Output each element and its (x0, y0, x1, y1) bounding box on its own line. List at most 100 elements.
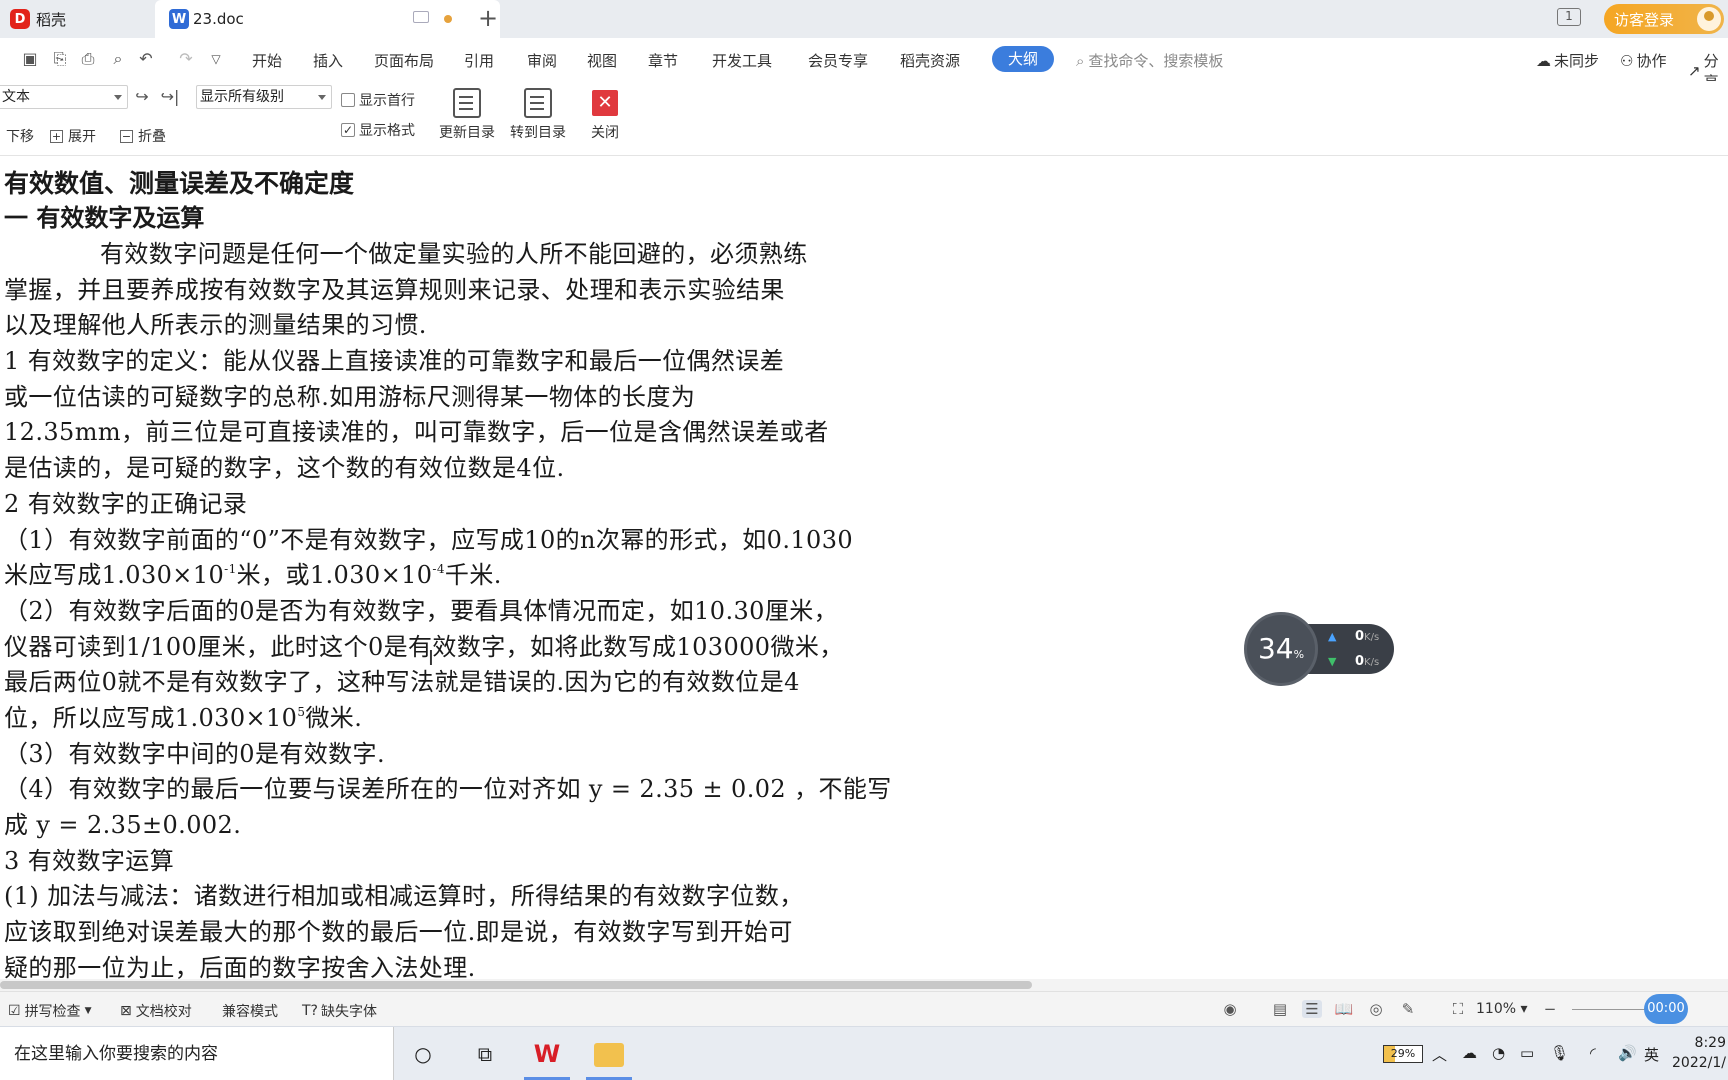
collapse-button[interactable]: − 折叠 (120, 126, 166, 146)
compat-mode-label[interactable]: 兼容模式 (222, 1001, 278, 1021)
checkbox-unchecked-icon (341, 93, 355, 107)
sync-status-button[interactable]: ☁ 未同步 (1536, 50, 1599, 71)
show-first-line-checkbox[interactable]: 显示首行 (341, 90, 415, 110)
undo-icon[interactable]: ↶ (136, 49, 156, 69)
menu-developer[interactable]: 开发工具 (712, 50, 772, 71)
show-format-label: 显示格式 (359, 123, 415, 139)
collaborate-button[interactable]: ⚇ 协作 (1620, 50, 1666, 71)
text-run: 米，或1.030×10 (236, 561, 433, 590)
clock-time: 8:29 (1694, 1035, 1726, 1051)
memory-usage-value: 34 (1257, 632, 1294, 665)
wifi-icon[interactable]: ◜ (1590, 1044, 1596, 1062)
upload-speed: ▲ 0K/s (1328, 629, 1379, 644)
goto-toc-button[interactable]: 转到目录 (505, 86, 571, 152)
menu-references[interactable]: 引用 (464, 50, 494, 71)
outline-view-icon[interactable]: ☰ (1302, 1000, 1322, 1018)
input-method-indicator[interactable]: 英 (1644, 1044, 1659, 1065)
show-hidden-icons-chevron-icon[interactable]: ︿ (1432, 1044, 1447, 1065)
tab-document[interactable]: W 23.doc (155, 0, 500, 38)
doc-title: 有效数值、测量误差及不确定度 (4, 169, 355, 198)
dashboard-icon[interactable]: ◔ (1492, 1044, 1505, 1062)
quick-access-dropdown-icon[interactable]: ▽ (206, 49, 226, 69)
download-speed: ▼ 0K/s (1328, 654, 1379, 669)
monitor-icon[interactable] (413, 11, 429, 23)
battery-indicator[interactable]: 29% (1383, 1045, 1423, 1063)
cortana-circle-icon[interactable]: ○ (408, 1039, 438, 1069)
save-icon[interactable]: ▣ (20, 49, 40, 69)
redo-icon[interactable]: ↷ (176, 49, 196, 69)
move-down-button[interactable]: 下移 (0, 126, 34, 146)
zoom-out-icon[interactable]: − (1540, 1000, 1560, 1018)
promote-to-body-icon[interactable]: ↪| (160, 87, 180, 107)
web-view-icon[interactable]: ◎ (1366, 1000, 1386, 1018)
text-run: 位，所以应写成1.030×10 (4, 703, 298, 732)
download-speed-unit: K/s (1364, 657, 1380, 668)
wps-office-app-icon[interactable]: W (532, 1039, 562, 1069)
text-run: 米应写成1.030×10 (4, 561, 225, 590)
paragraph-line: (1) 加法与减法：诸数进行相加或相减运算时，所得结果的有效数字位数， (4, 882, 804, 911)
horizontal-scrollbar-thumb[interactable] (0, 981, 1032, 989)
show-level-dropdown[interactable]: 显示所有级别 (196, 85, 332, 109)
document-canvas[interactable]: 有效数值、测量误差及不确定度 一 有效数字及运算 有效数字问题是任何一个做定量实… (0, 157, 1728, 979)
reading-view-icon[interactable]: 📖 (1334, 1000, 1354, 1018)
menu-outline-active[interactable]: 大纲 (992, 46, 1054, 72)
memory-usage-gauge[interactable]: 34% (1244, 612, 1318, 686)
microphone-icon[interactable]: 🎙 (1550, 1044, 1569, 1062)
expand-button[interactable]: + 展开 (50, 126, 96, 146)
menu-page-layout[interactable]: 页面布局 (374, 50, 434, 71)
promote-icon[interactable]: ↪ (132, 87, 152, 107)
spell-check-button[interactable]: ☑ 拼写检查 ▼ (8, 1001, 91, 1021)
chevron-down-icon: ▼ (84, 1006, 92, 1016)
superscript: -1 (224, 562, 237, 577)
zoom-level-dropdown[interactable]: 110% ▾ (1476, 1001, 1528, 1017)
tab-home[interactable]: D 稻壳 (0, 0, 154, 38)
show-format-checkbox[interactable]: ✓ 显示格式 (341, 120, 415, 140)
document-body[interactable]: 有效数值、测量误差及不确定度 一 有效数字及运算 有效数字问题是任何一个做定量实… (4, 167, 904, 979)
collapse-label: 折叠 (138, 129, 166, 145)
doc-proof-button[interactable]: ⊠ 文档校对 (120, 1001, 192, 1021)
close-outline-button[interactable]: ✕ 关闭 (572, 86, 638, 152)
menu-docer-resources[interactable]: 稻壳资源 (900, 50, 960, 71)
windows-taskbar: 在这里输入你要搜索的内容 ○ ⧉ W 29% ︿ ☁ ◔ ▭ 🎙 ◜ 🔊 英 8… (0, 1026, 1728, 1080)
collaborate-icon: ⚇ (1620, 51, 1634, 70)
horizontal-scrollbar[interactable] (0, 979, 1728, 991)
missing-font-label: 缺失字体 (320, 1004, 377, 1020)
taskbar-search-box[interactable]: 在这里输入你要搜索的内容 (0, 1027, 394, 1080)
task-view-icon[interactable]: ⧉ (470, 1039, 500, 1069)
update-toc-button[interactable]: 更新目录 (434, 86, 500, 152)
upload-arrow-icon: ▲ (1328, 630, 1337, 643)
doc-proof-icon: ⊠ (120, 1003, 132, 1019)
collaborate-label: 协作 (1636, 52, 1667, 70)
print-preview-icon[interactable]: ⌕ (108, 49, 128, 69)
page-view-icon[interactable]: ▤ (1270, 1000, 1290, 1018)
paragraph-line: 以及理解他人所表示的测量结果的习惯. (4, 311, 427, 340)
volume-icon[interactable]: 🔊 (1618, 1044, 1637, 1062)
plus-box-icon: + (50, 129, 63, 143)
system-clock[interactable]: 8:29 2022/1/ (1670, 1033, 1726, 1073)
menu-review[interactable]: 审阅 (527, 50, 557, 71)
guest-login-button[interactable]: 访客登录 (1604, 4, 1724, 34)
menu-insert[interactable]: 插入 (313, 50, 343, 71)
print-icon[interactable]: ⎙ (78, 49, 98, 69)
window-count-badge[interactable]: 1 (1557, 8, 1581, 26)
fit-page-icon[interactable]: ⛶ (1448, 1000, 1468, 1018)
network-speed-widget[interactable]: 34% ▲ 0K/s ▼ 0K/s (1244, 612, 1394, 686)
menu-chapter[interactable]: 章节 (648, 50, 678, 71)
missing-font-button[interactable]: T? 缺失字体 (302, 1001, 377, 1021)
paragraph-line: （4）有效数字的最后一位要与误差所在的一位对齐如 y = 2.35 ± 0.02… (4, 775, 892, 804)
onedrive-cloud-icon[interactable]: ☁ (1462, 1044, 1477, 1062)
export-pdf-icon[interactable]: ⎘ (50, 49, 70, 69)
menu-view[interactable]: 视图 (587, 50, 617, 71)
menu-member[interactable]: 会员专享 (808, 50, 868, 71)
battery-icon[interactable]: ▭ (1520, 1044, 1534, 1062)
pen-icon[interactable]: ✎ (1398, 1000, 1418, 1018)
menu-home[interactable]: 开始 (252, 50, 282, 71)
paragraph-line: 1 有效数字的定义：能从仪器上直接读准的可靠数字和最后一位偶然误差 (4, 347, 785, 376)
command-search[interactable]: ⌕ 查找命令、搜索模板 (1076, 50, 1223, 71)
eye-protection-icon[interactable]: ◉ (1220, 1000, 1240, 1018)
recording-timer-button[interactable]: 00:00 (1644, 994, 1688, 1024)
file-explorer-icon[interactable] (594, 1043, 624, 1067)
doc-section-heading-2: 2 有效数字的正确记录 (4, 489, 248, 518)
style-dropdown[interactable]: 文本 (0, 85, 128, 109)
new-tab-plus-icon[interactable]: + (478, 4, 498, 32)
